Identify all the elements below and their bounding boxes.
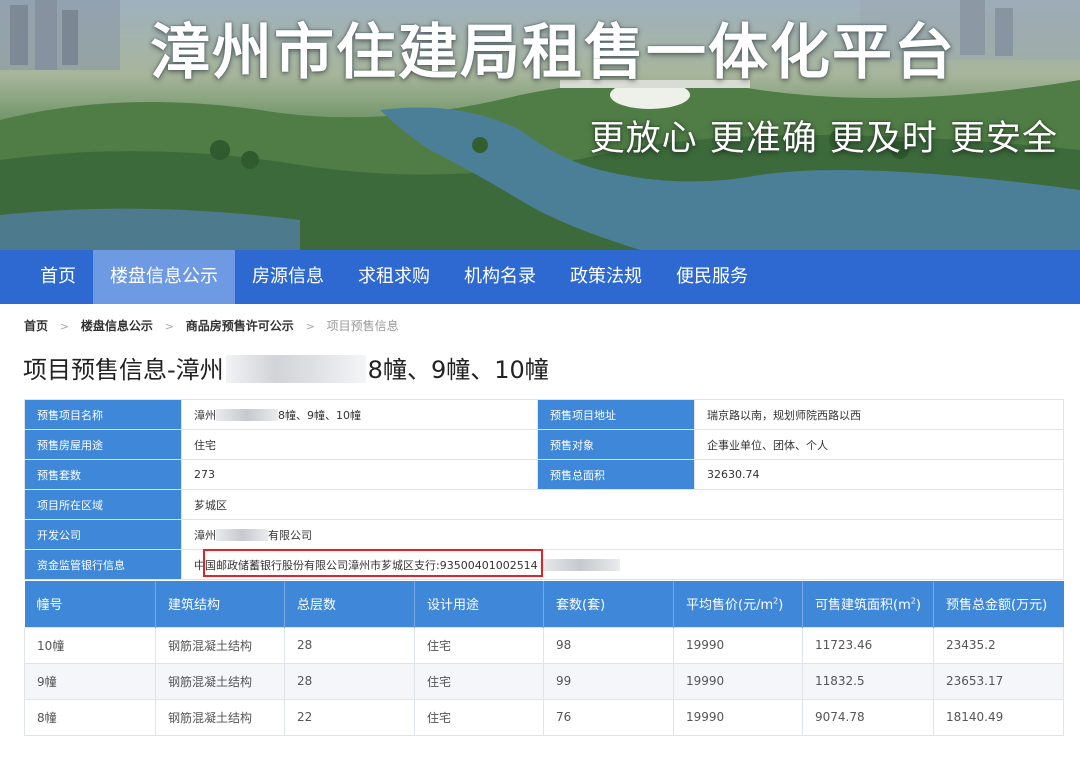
cell-total: 23653.17 — [933, 662, 1064, 700]
cell-area: 11723.46 — [802, 626, 934, 664]
table-row: 项目所在区域 芗城区 — [24, 489, 1064, 520]
header-banner: 漳州市住建局租售一体化平台 更放心 更准确 更及时 更安全 — [0, 0, 1080, 250]
table-row: 预售套数 273 预售总面积 32630.74 — [24, 459, 1064, 490]
col-header-floors: 总层数 — [284, 581, 415, 627]
table-row: 预售房屋用途 住宅 预售对象 企事业单位、团体、个人 — [24, 429, 1064, 460]
table-row: 8幢 钢筋混凝土结构 22 住宅 76 19990 9074.78 18140.… — [24, 698, 1064, 736]
project-name-suffix: 8幢、9幢、10幢 — [278, 408, 361, 422]
cell-usage: 住宅 — [414, 698, 544, 736]
table-row: 开发公司 漳州 有限公司 — [24, 519, 1064, 550]
cell-avg-price: 19990 — [673, 626, 803, 664]
developer-suffix: 有限公司 — [268, 528, 312, 542]
breadcrumb-current: 项目预售信息 — [326, 319, 399, 333]
nav-item-property-info[interactable]: 楼盘信息公示 — [93, 250, 235, 304]
units-label: 预售套数 — [24, 459, 182, 490]
nav-item-home[interactable]: 首页 — [23, 250, 93, 304]
units-value: 273 — [181, 459, 538, 490]
developer-label: 开发公司 — [24, 519, 182, 550]
cell-avg-price: 19990 — [673, 698, 803, 736]
col-header-building-no: 幢号 — [24, 581, 156, 627]
district-value: 芗城区 — [181, 489, 1064, 520]
col-header-total: 预售总金额(万元) — [933, 581, 1064, 627]
avg-price-header-close: ) — [778, 598, 784, 614]
table-row: 资金监管银行信息 中国邮政储蓄银行股份有限公司漳州市芗城区支行:93500401… — [24, 549, 1064, 580]
project-info-table: 预售项目名称 漳州 8幢、9幢、10幢 预售项目地址 瑞京路以南，规划师院西路以西… — [24, 399, 1064, 580]
cell-units: 76 — [543, 698, 674, 736]
breadcrumb-presale-permits[interactable]: 商品房预售许可公示 — [186, 319, 294, 333]
bank-info-text: 中国邮政储蓄银行股份有限公司漳州市芗城区支行:93500401002514 — [194, 558, 538, 572]
target-label: 预售对象 — [537, 429, 695, 460]
cell-structure: 钢筋混凝土结构 — [155, 626, 285, 664]
redacted-mask — [216, 528, 268, 541]
project-name-value: 漳州 8幢、9幢、10幢 — [181, 399, 538, 430]
breadcrumb-home[interactable]: 首页 — [24, 319, 48, 333]
table-row: 9幢 钢筋混凝土结构 28 住宅 99 19990 11832.5 23653.… — [24, 662, 1064, 700]
nav-item-services[interactable]: 便民服务 — [659, 250, 765, 304]
bank-label: 资金监管银行信息 — [24, 549, 182, 580]
breadcrumb-property-info[interactable]: 楼盘信息公示 — [81, 319, 153, 333]
breadcrumb-separator-icon: > — [59, 320, 70, 333]
col-header-avg-price: 平均售价(元/m2) — [673, 581, 803, 627]
main-nav: 首页 楼盘信息公示 房源信息 求租求购 机构名录 政策法规 便民服务 — [0, 250, 1080, 304]
project-name-prefix: 漳州 — [194, 408, 216, 422]
redacted-mask — [225, 355, 366, 383]
site-title: 漳州市住建局租售一体化平台 — [150, 18, 956, 88]
cell-total: 23435.2 — [933, 626, 1064, 664]
usage-label: 预售房屋用途 — [24, 429, 182, 460]
project-name-label: 预售项目名称 — [24, 399, 182, 430]
cell-structure: 钢筋混凝土结构 — [155, 662, 285, 700]
cell-area: 11832.5 — [802, 662, 934, 700]
page-title: 项目预售信息-漳州 8幢、9幢、10幢 — [23, 350, 549, 385]
area-label: 预售总面积 — [537, 459, 695, 490]
nav-item-policies[interactable]: 政策法规 — [553, 250, 659, 304]
cell-usage: 住宅 — [414, 626, 544, 664]
developer-prefix: 漳州 — [194, 528, 216, 542]
cell-structure: 钢筋混凝土结构 — [155, 698, 285, 736]
developer-value: 漳州 有限公司 — [181, 519, 1064, 550]
target-value: 企事业单位、团体、个人 — [694, 429, 1064, 460]
cell-building-no: 8幢 — [24, 698, 156, 736]
breadcrumb-separator-icon: > — [164, 320, 174, 333]
col-header-usage: 设计用途 — [414, 581, 544, 627]
cell-area: 9074.78 — [802, 698, 934, 736]
col-header-units: 套数(套) — [543, 581, 674, 627]
page-title-suffix: 8幢、9幢、10幢 — [367, 356, 549, 384]
cell-floors: 28 — [284, 626, 415, 664]
project-address-label: 预售项目地址 — [537, 399, 695, 430]
district-label: 项目所在区域 — [24, 489, 182, 520]
cell-units: 98 — [543, 626, 674, 664]
cell-total: 18140.49 — [933, 698, 1064, 736]
breadcrumb: 首页 > 楼盘信息公示 > 商品房预售许可公示 > 项目预售信息 — [24, 317, 399, 334]
breadcrumb-separator-icon: > — [305, 320, 315, 333]
col-header-structure: 建筑结构 — [155, 581, 285, 627]
table-row: 预售项目名称 漳州 8幢、9幢、10幢 预售项目地址 瑞京路以南，规划师院西路以西 — [24, 399, 1064, 430]
usage-value: 住宅 — [181, 429, 538, 460]
cell-avg-price: 19990 — [673, 662, 803, 700]
area-value: 32630.74 — [694, 459, 1064, 490]
cell-usage: 住宅 — [414, 662, 544, 700]
cell-building-no: 10幢 — [24, 626, 156, 664]
nav-item-listings[interactable]: 房源信息 — [235, 250, 341, 304]
building-table: 幢号 建筑结构 总层数 设计用途 套数(套) 平均售价(元/m2) 可售建筑面积… — [24, 581, 1064, 736]
cell-building-no: 9幢 — [24, 662, 156, 700]
page-title-prefix: 项目预售信息-漳州 — [23, 356, 224, 384]
redacted-mask — [216, 408, 278, 421]
project-address-value: 瑞京路以南，规划师院西路以西 — [694, 399, 1064, 430]
cell-units: 99 — [543, 662, 674, 700]
nav-item-agency-directory[interactable]: 机构名录 — [447, 250, 553, 304]
area-header-close: ) — [915, 598, 921, 614]
cell-floors: 28 — [284, 662, 415, 700]
col-header-area: 可售建筑面积(m2) — [802, 581, 934, 627]
cell-floors: 22 — [284, 698, 415, 736]
table-header-row: 幢号 建筑结构 总层数 设计用途 套数(套) 平均售价(元/m2) 可售建筑面积… — [24, 581, 1064, 627]
site-slogan: 更放心 更准确 更及时 更安全 — [589, 119, 1058, 159]
area-header-text: 可售建筑面积(m — [815, 598, 911, 614]
bank-value: 中国邮政储蓄银行股份有限公司漳州市芗城区支行:93500401002514 — [181, 549, 1064, 580]
redacted-mask — [539, 558, 620, 571]
table-row: 10幢 钢筋混凝土结构 28 住宅 98 19990 11723.46 2343… — [24, 626, 1064, 664]
nav-item-rent-buy-requests[interactable]: 求租求购 — [341, 250, 447, 304]
avg-price-header-text: 平均售价(元/m — [686, 598, 774, 614]
